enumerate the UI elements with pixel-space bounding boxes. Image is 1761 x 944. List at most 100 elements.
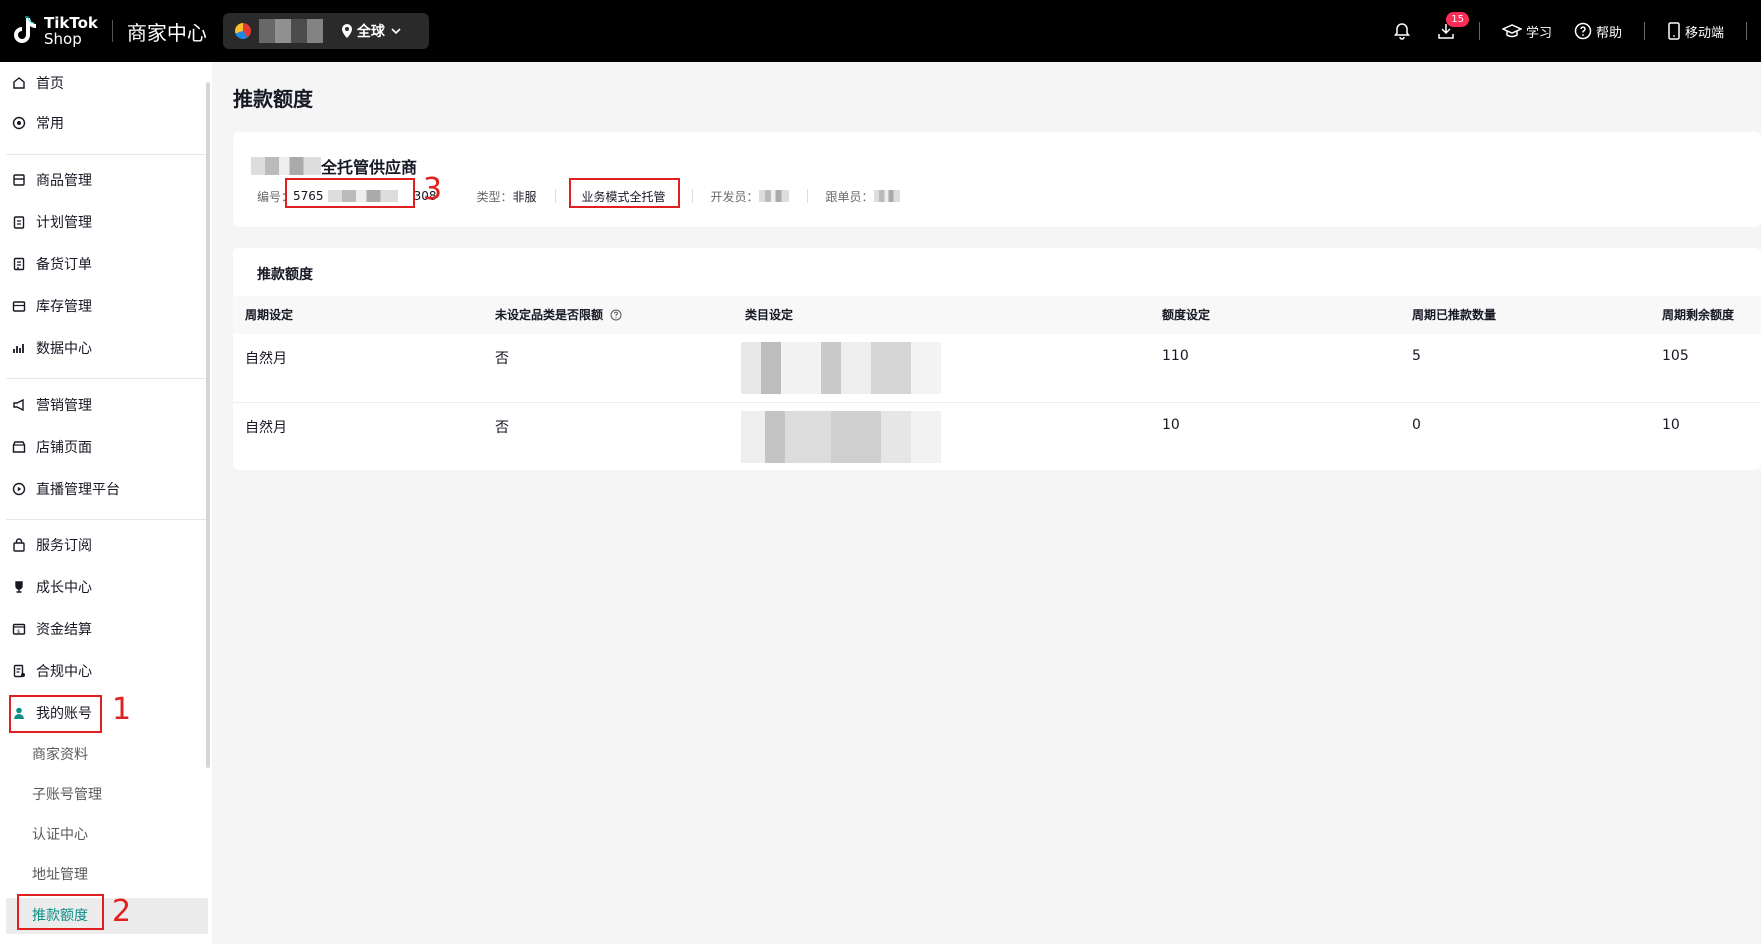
sidebar-item-stock-orders[interactable]: 备货订单 xyxy=(12,251,92,277)
sidebar-item-subscriptions[interactable]: 服务订阅 xyxy=(12,532,92,558)
cell-used: 0 xyxy=(1412,417,1421,433)
sidebar-divider xyxy=(6,378,206,379)
table-header: 周期设定 未设定品类是否限额 类目设定 额度设定 周期已推款数量 周期剩余额度 xyxy=(233,296,1761,334)
location-pin-icon xyxy=(341,24,352,38)
sidebar-item-label: 库存管理 xyxy=(36,299,92,315)
sidebar-item-growth[interactable]: 成长中心 xyxy=(12,574,92,600)
shop-switcher[interactable]: 全球 xyxy=(222,13,429,49)
region-label: 全球 xyxy=(356,24,385,40)
column-header: 周期已推款数量 xyxy=(1412,308,1497,322)
sidebar-divider xyxy=(6,519,206,520)
supplier-suffix: 全托管供应商 xyxy=(321,158,418,177)
download-count-badge: 15 xyxy=(1446,12,1469,27)
sidebar-item-label: 合规中心 xyxy=(36,664,92,680)
page-title: 推款额度 xyxy=(233,87,313,111)
play-icon xyxy=(12,482,26,496)
sidebar-item-label: 资金结算 xyxy=(36,622,92,638)
region-selector[interactable]: 全球 xyxy=(341,21,403,41)
sidebar-item-store-page[interactable]: 店铺页面 xyxy=(12,434,92,460)
sidebar-item-compliance[interactable]: 合规中心 xyxy=(12,658,92,684)
header-separator xyxy=(1643,22,1645,40)
annotation-box-1 xyxy=(9,695,102,733)
help-circle-icon[interactable] xyxy=(610,309,622,321)
sidebar-subitem-address[interactable]: 地址管理 xyxy=(32,863,88,887)
sidebar-item-label: 营销管理 xyxy=(36,398,92,414)
order-icon xyxy=(13,257,25,271)
sidebar-item-label: 商品管理 xyxy=(36,173,92,189)
table-row: 自然月 否 10 0 10 xyxy=(233,403,1761,472)
cell-used: 5 xyxy=(1412,348,1421,364)
sidebar-item-home[interactable]: 首页 xyxy=(12,70,64,96)
annotation-number-1: 1 xyxy=(112,692,132,727)
column-header: 未设定品类是否限额 xyxy=(495,296,622,334)
cell-quota: 110 xyxy=(1162,348,1189,364)
sidebar-item-label: 备货订单 xyxy=(36,257,92,273)
money-icon: $ xyxy=(12,623,26,635)
tiktok-shop-logo[interactable]: TikTok Shop xyxy=(12,15,98,47)
sidebar-item-label: 首页 xyxy=(36,76,64,92)
sidebar-item-products[interactable]: 商品管理 xyxy=(12,167,92,193)
sidebar-item-plans[interactable]: 计划管理 xyxy=(12,209,92,235)
column-header: 周期剩余额度 xyxy=(1662,308,1735,322)
graduation-cap-icon xyxy=(1501,24,1522,38)
cell-limit: 否 xyxy=(495,351,509,367)
table-row: 自然月 否 110 5 105 xyxy=(233,334,1761,403)
sidebar: 首页 常用 商品管理 计划管理 备货订单 库存管理 数据中心 营销管理 店铺页面… xyxy=(0,62,212,944)
developer-redacted xyxy=(758,190,789,202)
sidebar-item-label: 直播管理平台 xyxy=(36,482,120,498)
warehouse-icon xyxy=(12,301,26,312)
svg-text:$: $ xyxy=(17,629,20,635)
cell-remaining: 10 xyxy=(1662,417,1680,433)
chart-icon xyxy=(13,344,24,353)
column-header: 类目设定 xyxy=(745,308,794,322)
download-icon[interactable]: 15 xyxy=(1435,12,1469,42)
cell-period: 自然月 xyxy=(245,420,287,436)
learn-link[interactable]: 学习 xyxy=(1501,22,1552,41)
learn-label: 学习 xyxy=(1525,25,1552,41)
sidebar-item-label: 常用 xyxy=(36,116,64,132)
compliance-icon xyxy=(13,664,25,678)
home-icon xyxy=(13,77,25,89)
trophy-icon xyxy=(15,581,23,593)
annotation-box-2 xyxy=(17,894,104,930)
sidebar-item-marketing[interactable]: 营销管理 xyxy=(12,392,92,418)
bag-icon xyxy=(13,538,25,552)
bell-icon[interactable] xyxy=(1391,20,1413,42)
type-value: 非服 xyxy=(512,189,537,204)
column-header: 周期设定 xyxy=(245,308,294,322)
help-link[interactable]: 帮助 xyxy=(1574,22,1622,41)
meta-separator xyxy=(691,189,693,203)
chevron-down-icon xyxy=(391,28,401,35)
sidebar-item-data-center[interactable]: 数据中心 xyxy=(12,335,92,361)
top-bar: TikTok Shop 商家中心 全球 15 学习 帮助 移动端 xyxy=(0,0,1761,62)
star-icon xyxy=(12,116,26,130)
help-circle-icon xyxy=(1574,22,1592,40)
sidebar-item-favorites[interactable]: 常用 xyxy=(12,110,64,136)
sidebar-scrollbar[interactable] xyxy=(206,82,210,768)
developer-label: 开发员： xyxy=(710,189,759,204)
app-title: 商家中心 xyxy=(126,20,207,45)
cell-remaining: 105 xyxy=(1662,348,1689,364)
sidebar-item-live[interactable]: 直播管理平台 xyxy=(12,476,120,502)
sidebar-item-settlement[interactable]: $ 资金结算 xyxy=(12,616,92,642)
meta-separator xyxy=(554,189,556,203)
cell-quota: 10 xyxy=(1162,417,1180,433)
sidebar-item-inventory[interactable]: 库存管理 xyxy=(12,293,92,319)
type-label: 类型： xyxy=(476,189,513,204)
clipboard-icon xyxy=(13,216,25,229)
sidebar-subitem-verification[interactable]: 认证中心 xyxy=(32,823,88,847)
product-icon xyxy=(13,174,25,186)
sidebar-subitem-merchant-profile[interactable]: 商家资料 xyxy=(32,743,88,767)
header-divider xyxy=(111,20,113,42)
supplier-name-redacted xyxy=(251,157,321,175)
logo-line1: TikTok xyxy=(44,14,98,32)
annotation-number-3: 3 xyxy=(423,172,443,207)
sidebar-subitem-sub-accounts[interactable]: 子账号管理 xyxy=(32,783,102,807)
annotation-box-3 xyxy=(285,178,415,208)
quota-section-title: 推款额度 xyxy=(257,267,313,283)
mobile-link[interactable]: 移动端 xyxy=(1667,22,1724,41)
column-header-label: 未设定品类是否限额 xyxy=(495,308,604,322)
sidebar-divider xyxy=(6,154,206,155)
shop-name-redacted xyxy=(258,19,323,43)
cell-limit: 否 xyxy=(495,420,509,436)
